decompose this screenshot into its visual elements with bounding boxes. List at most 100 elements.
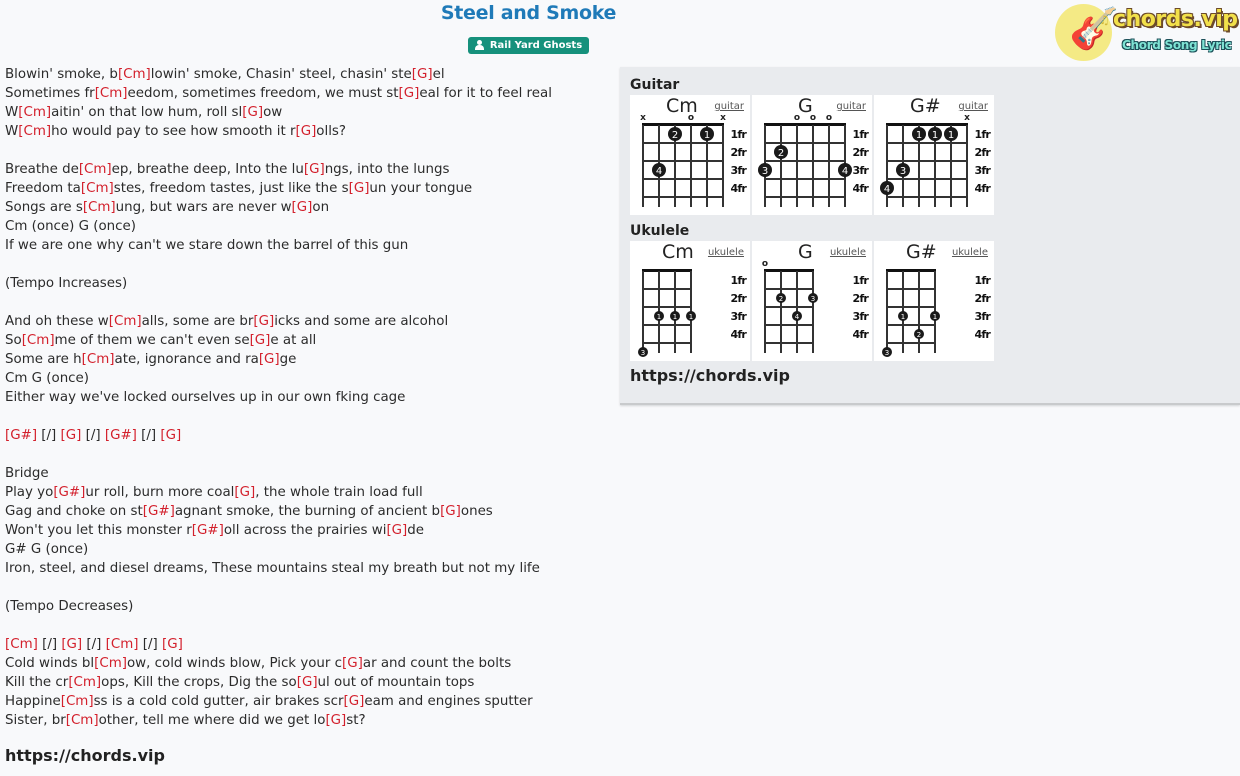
nut (886, 269, 936, 272)
chord-token[interactable]: [G] (259, 352, 280, 367)
chord-token[interactable]: [Cm] (18, 124, 51, 139)
chord-token[interactable]: [Cm] (95, 86, 128, 101)
fret-label: 1fr (975, 128, 992, 141)
guitar-icon: 🎸 (1069, 6, 1119, 52)
lyric-line: Songs are s[Cm]ung, but wars are never w… (5, 198, 552, 217)
finger-number: 3 (641, 349, 645, 357)
lyric-text: oll across the prairies wi (223, 523, 387, 538)
lyric-text: eam and engines sputter (364, 694, 533, 709)
lyric-text: ep, breathe deep, Into the lu (111, 162, 304, 177)
lyric-text: stes, freedom tastes, just like the s (113, 181, 349, 196)
chord-diagram-panel: Guitar Ukulele https://chords.vip Cm guit… (620, 67, 1240, 405)
lyric-text: And oh these w (5, 314, 109, 329)
chord-token[interactable]: [G] (234, 485, 255, 500)
chord-token[interactable]: [G] (325, 713, 346, 728)
lyric-text: [/] (37, 637, 62, 652)
lyric-line: If we are one why can't we stare down th… (5, 236, 552, 255)
chord-token[interactable]: [G#] (105, 428, 137, 443)
lyric-line: Iron, steel, and diesel dreams, These mo… (5, 559, 552, 578)
fret-label: 3fr (731, 164, 748, 177)
chord-token[interactable]: [G] (292, 200, 313, 215)
chord-token[interactable]: [G] (162, 637, 183, 652)
site-logo[interactable]: 🎸 ♫ chords.vip Chord Song Lyric (1055, 3, 1238, 61)
chord-token[interactable]: [Cm] (109, 314, 142, 329)
chord-token[interactable]: [G] (304, 162, 325, 177)
chord-token[interactable]: [Cm] (66, 713, 99, 728)
footer-url[interactable]: https://chords.vip (5, 746, 165, 765)
lyric-line: (Tempo Decreases) (5, 597, 552, 616)
chord-token[interactable]: [G] (297, 675, 318, 690)
chord-token[interactable]: [G] (242, 105, 263, 120)
nut (642, 123, 724, 126)
fret-label: 4fr (731, 328, 748, 341)
lyric-line: [G#] [/] [G] [/] [G#] [/] [G] (5, 426, 552, 445)
chord-token[interactable]: [Cm] (94, 656, 127, 671)
lyric-text: (Tempo Increases) (5, 276, 128, 291)
fret-label: 3fr (731, 310, 748, 323)
artist-name: Rail Yard Ghosts (489, 39, 583, 51)
lyric-text: Sister, br (5, 713, 66, 728)
fret-label: 2fr (853, 292, 870, 305)
chord-token[interactable]: [G#] (143, 504, 175, 519)
lyric-line: G# G (once) (5, 540, 552, 559)
chord-token[interactable]: [Cm] (79, 162, 112, 177)
chord-token[interactable]: [G] (399, 86, 420, 101)
lyric-text: el (432, 67, 445, 82)
chord-token[interactable]: [G] (61, 637, 82, 652)
open-string-marker: o (794, 113, 800, 123)
lyric-line: Sometimes fr[Cm]eedom, sometimes freedom… (5, 84, 552, 103)
artist-badge[interactable]: Rail Yard Ghosts (467, 36, 590, 54)
finger-number: 4 (842, 166, 848, 177)
chord-token[interactable]: [G] (295, 124, 316, 139)
finger-number: 2 (778, 148, 784, 159)
lyrics-body: Blowin' smoke, b[Cm]lowin' smoke, Chasin… (5, 65, 552, 730)
lyric-text: eedom, sometimes freedom, we must st (127, 86, 399, 101)
chord-token[interactable]: [Cm] (5, 637, 38, 652)
chord-token[interactable]: [G#] (5, 428, 37, 443)
chord-token[interactable]: [Cm] (82, 352, 115, 367)
lyric-text: icks and some are alcohol (274, 314, 449, 329)
chord-token[interactable]: [Cm] (22, 333, 55, 348)
lyric-text: ow (263, 105, 283, 120)
chord-token[interactable]: [G] (342, 656, 363, 671)
lyric-text: st? (346, 713, 366, 728)
nut (886, 123, 968, 126)
chord-token[interactable]: [G] (440, 504, 461, 519)
chord-token[interactable]: [Cm] (81, 181, 114, 196)
lyric-line: And oh these w[Cm]alls, some are br[G]ic… (5, 312, 552, 331)
panel-url[interactable]: https://chords.vip (630, 366, 790, 385)
chord-token[interactable]: [G] (344, 694, 365, 709)
guitar-section-label: Guitar (630, 77, 680, 93)
lyric-text: aitin' on that low hum, roll sl (51, 105, 243, 120)
chord-token[interactable]: [G#] (192, 523, 224, 538)
chord-token[interactable]: [G] (253, 314, 274, 329)
chord-token[interactable]: [G] (349, 181, 370, 196)
chord-token[interactable]: [Cm] (68, 675, 101, 690)
chord-token[interactable]: [Cm] (106, 637, 139, 652)
chord-token[interactable]: [G] (160, 428, 181, 443)
chord-token[interactable]: [Cm] (83, 200, 116, 215)
chord-token[interactable]: [Cm] (61, 694, 94, 709)
lyric-text: Play yo (5, 485, 54, 500)
lyric-text: lowin' smoke, Chasin' steel, chasin' ste (150, 67, 412, 82)
nut (764, 123, 846, 126)
fret-label: 1fr (975, 274, 992, 287)
fret-label: 2fr (731, 292, 748, 305)
finger-number: 4 (884, 184, 890, 195)
chord-token[interactable]: [G] (250, 333, 271, 348)
lyric-text: me of them we can't even se (54, 333, 250, 348)
lyric-line: Kill the cr[Cm]ops, Kill the crops, Dig … (5, 673, 552, 692)
fret-label: 3fr (975, 164, 992, 177)
chord-token[interactable]: [G] (412, 67, 433, 82)
chord-token[interactable]: [Cm] (18, 105, 51, 120)
lyric-text: Gag and choke on st (5, 504, 143, 519)
finger-number: 2 (672, 130, 678, 141)
finger-number: 2 (917, 331, 921, 339)
chord-token[interactable]: [Cm] (118, 67, 151, 82)
chord-token[interactable]: [G#] (53, 485, 85, 500)
open-string-marker: o (826, 113, 832, 123)
chord-token[interactable]: [G] (386, 523, 407, 538)
finger-number: 1 (948, 130, 954, 141)
lyric-text: ho would pay to see how smooth it r (51, 124, 296, 139)
chord-token[interactable]: [G] (61, 428, 82, 443)
